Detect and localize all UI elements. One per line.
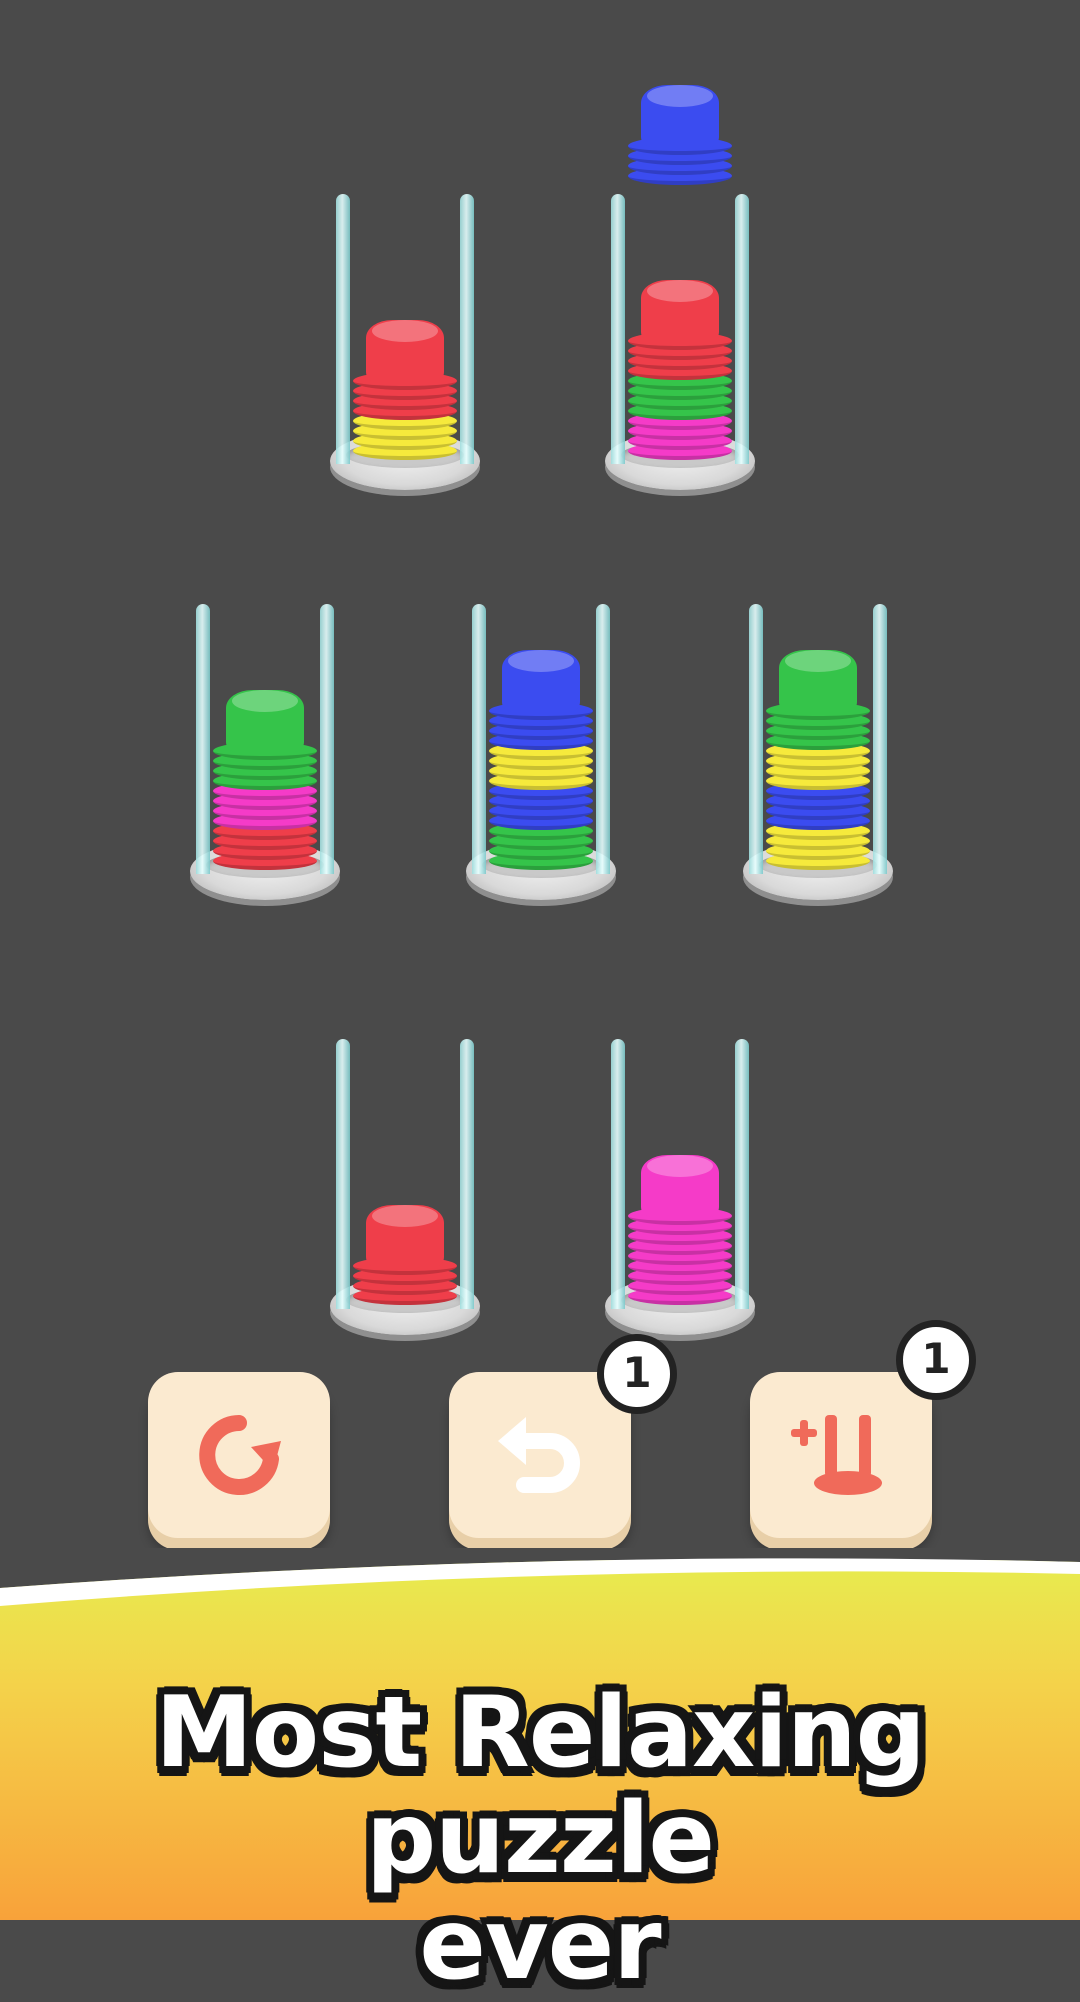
cup-top-red <box>366 320 444 382</box>
tube-glass <box>320 604 334 874</box>
tube-1[interactable] <box>330 190 480 490</box>
tagline-line-2: ever <box>419 1888 661 2002</box>
tube-6[interactable] <box>330 1035 480 1335</box>
restart-button[interactable] <box>148 1372 330 1538</box>
tagline: Most Relaxing puzzle ever <box>0 1680 1080 1998</box>
tube-glass <box>873 604 887 874</box>
cup-top-red <box>641 280 719 342</box>
cup-top-blue <box>502 650 580 712</box>
tube-glass <box>611 194 625 464</box>
add-tube-count-badge: 1 <box>896 1320 976 1400</box>
tube-5[interactable] <box>743 600 893 900</box>
tube-glass <box>460 194 474 464</box>
undo-icon <box>498 1417 580 1493</box>
add-tube-icon <box>791 1415 882 1495</box>
held-stack[interactable] <box>605 25 755 185</box>
add-tube-button[interactable] <box>750 1372 932 1538</box>
tube-glass <box>735 194 749 464</box>
tagline-line-1: Most Relaxing puzzle <box>155 1676 926 1896</box>
tube-glass <box>196 604 210 874</box>
cup-top-blue <box>641 85 719 147</box>
tube-glass <box>749 604 763 874</box>
tube-glass <box>596 604 610 874</box>
tube-2[interactable] <box>605 190 755 490</box>
tube-7[interactable] <box>605 1035 755 1335</box>
tube-glass <box>336 1039 350 1309</box>
banner-wave <box>0 1548 1080 1606</box>
tube-glass <box>336 194 350 464</box>
undo-count-badge: 1 <box>597 1334 677 1414</box>
tube-glass <box>611 1039 625 1309</box>
tube-glass <box>472 604 486 874</box>
tube-glass <box>460 1039 474 1309</box>
restart-icon <box>199 1415 281 1495</box>
tube-glass <box>735 1039 749 1309</box>
cup-top-magenta <box>641 1155 719 1217</box>
tube-3[interactable] <box>190 600 340 900</box>
cup-top-red <box>366 1205 444 1267</box>
tube-4[interactable] <box>466 600 616 900</box>
cup-top-green <box>226 690 304 752</box>
cup-top-green <box>779 650 857 712</box>
